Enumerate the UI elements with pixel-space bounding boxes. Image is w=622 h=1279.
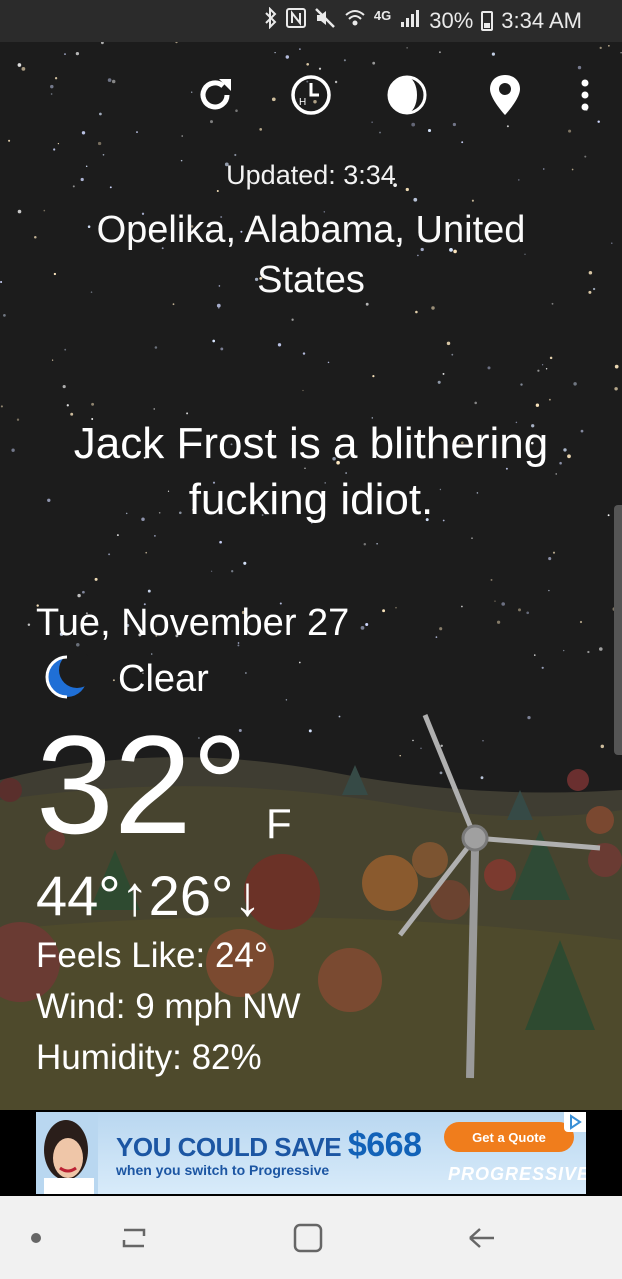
ad-banner[interactable]: YOU COULD SAVE $668 when you switch to P…: [0, 1110, 622, 1196]
get-quote-button[interactable]: Get a Quote: [444, 1122, 574, 1152]
weather-screen: H Updated: 3:34 Opelika, Alabama, United…: [0, 42, 622, 1110]
status-time: 3:34 AM: [501, 8, 582, 33]
humidity: Humidity: 82%: [36, 1038, 262, 1077]
back-icon[interactable]: [460, 1216, 504, 1260]
updated-time: Updated: 3:34: [226, 160, 396, 190]
ad-headline: YOU COULD SAVE $668: [116, 1126, 422, 1164]
current-temperature: 32°: [36, 706, 248, 863]
ad-choices-icon[interactable]: [564, 1112, 586, 1132]
ad-brand-logo: PROGRESSIVE: [448, 1164, 586, 1184]
4g-lte-icon: 4G: [373, 7, 392, 23]
navigation-bar: [0, 1196, 622, 1279]
condition-label: Clear: [118, 658, 209, 700]
hourly-clock-icon[interactable]: H: [286, 70, 336, 120]
signal-icon: [399, 7, 421, 35]
crescent-moon-icon: [44, 652, 95, 705]
mute-icon: [314, 7, 336, 35]
temperature-unit: F: [266, 800, 292, 847]
bluetooth-icon: [264, 6, 278, 35]
weather-quote: Jack Frost is a blithering fucking idiot…: [73, 419, 549, 524]
moon-phase-icon[interactable]: [382, 70, 432, 120]
home-icon[interactable]: [286, 1216, 330, 1260]
toolbar: H: [0, 70, 622, 120]
svg-text:H: H: [299, 97, 306, 108]
overflow-menu-icon[interactable]: [560, 70, 610, 120]
location-name: Opelika, Alabama, United States: [96, 209, 526, 301]
wind: Wind: 9 mph NW: [36, 987, 301, 1026]
nfc-icon: [285, 7, 306, 35]
ad-amount: $668: [347, 1126, 422, 1164]
condition-row: Clear: [44, 652, 209, 705]
refresh-icon[interactable]: [190, 70, 240, 120]
dot-indicator-icon: [14, 1216, 58, 1260]
ad-spokesperson-image: [36, 1112, 98, 1194]
progressive-ad[interactable]: YOU COULD SAVE $668 when you switch to P…: [36, 1112, 586, 1194]
status-bar: 4G 30% 3:34 AM: [0, 0, 622, 42]
high-low-temperature: 44°↑26°↓: [36, 864, 262, 927]
wifi-icon: [344, 7, 366, 35]
forecast-date: Tue, November 27: [36, 602, 350, 644]
location-pin-icon[interactable]: [480, 70, 530, 120]
feels-like: Feels Like: 24°: [36, 936, 268, 975]
battery-percent: 30%: [429, 8, 474, 33]
battery-icon: [481, 11, 494, 31]
recent-apps-icon[interactable]: [112, 1216, 156, 1260]
ad-subline: when you switch to Progressive: [116, 1162, 330, 1178]
scroll-indicator[interactable]: [614, 505, 622, 755]
